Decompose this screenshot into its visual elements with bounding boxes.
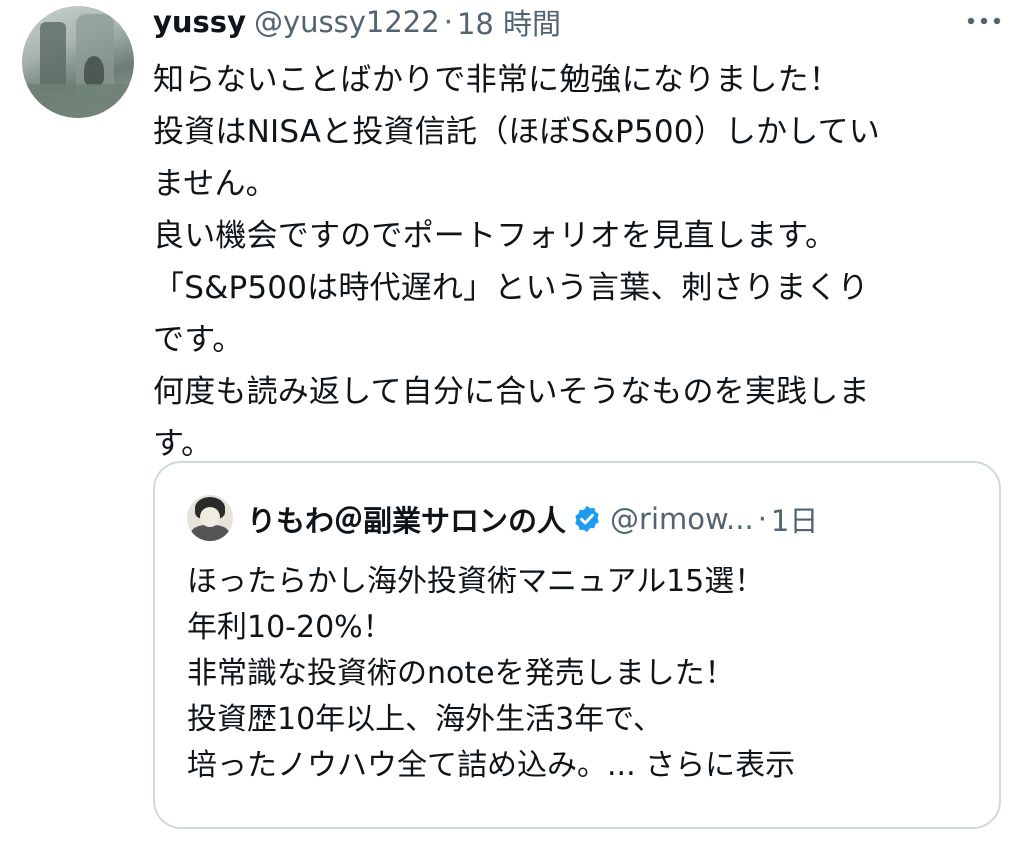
quoted-text: ほったらかし海外投資術マニュアル15選！ 年利10-20%！ 非常識な投資術のn…	[187, 559, 987, 789]
tweet-text-line: 「S&P500は時代遅れ」という言葉、刺さりまくり	[153, 270, 869, 306]
user-handle[interactable]: @yussy1222	[254, 5, 440, 39]
tweet-text: 知らないことばかりで非常に勉強になりました！ 投資はNISAと投資信託（ほぼS&…	[153, 54, 1003, 470]
avatar[interactable]	[22, 6, 134, 118]
tweet-text-line: ません。	[153, 166, 277, 202]
tweet-text-line: 良い機会ですのでポートフォリオを見直します。	[153, 218, 837, 254]
quoted-text-line: 非常識な投資術のnoteを発売しました！	[187, 656, 735, 691]
verified-badge-icon	[572, 504, 602, 534]
quoted-text-line: 年利10-20%！	[187, 610, 393, 645]
avatar-shape	[40, 22, 66, 92]
separator-dot: ·	[757, 502, 767, 536]
quoted-timestamp[interactable]: 1日	[771, 498, 818, 540]
quoted-text-last: 培ったノウハウ全て詰め込み。...	[187, 748, 636, 783]
timestamp[interactable]: 18 時間	[457, 1, 561, 43]
tweet-text-line: 何度も読み返して自分に合いそうなものを実践しま	[153, 374, 870, 410]
quoted-header: りもわ＠副業サロンの人 @rimow... · 1日	[247, 497, 818, 541]
tweet[interactable]: yussy @yussy1222 · 18 時間 知らないことばかりで非常に勉強…	[0, 0, 1024, 847]
tweet-text-line: です。	[153, 322, 244, 358]
quoted-text-line: ほったらかし海外投資術マニュアル15選！	[187, 564, 765, 599]
avatar-shape	[191, 525, 229, 541]
more-horizontal-icon[interactable]	[962, 8, 1006, 34]
separator-dot: ·	[443, 5, 453, 39]
tweet-text-line: 知らないことばかりで非常に勉強になりました！	[153, 62, 841, 98]
more-dots	[967, 17, 1001, 25]
quoted-user-handle[interactable]: @rimow...	[610, 502, 754, 536]
avatar-shape	[200, 507, 220, 527]
quoted-tweet[interactable]: りもわ＠副業サロンの人 @rimow... · 1日 ほったらかし海外投資術マニ…	[153, 461, 1001, 829]
quoted-display-name[interactable]: りもわ＠副業サロンの人	[247, 498, 566, 540]
display-name[interactable]: yussy	[153, 5, 246, 39]
verified-badge-svg	[575, 505, 599, 533]
tweet-header: yussy @yussy1222 · 18 時間	[153, 2, 561, 42]
avatar-shape	[22, 84, 134, 118]
show-more-link[interactable]: さらに表示	[645, 748, 795, 783]
quoted-text-line: 投資歴10年以上、海外生活3年で、	[187, 702, 664, 737]
avatar-shape	[84, 56, 104, 86]
tweet-text-line: 投資はNISAと投資信託（ほぼS&P500）しかしてい	[153, 114, 880, 150]
quoted-avatar[interactable]	[187, 495, 233, 541]
quoted-text-line: 培ったノウハウ全て詰め込み。... さらに表示	[187, 743, 987, 789]
